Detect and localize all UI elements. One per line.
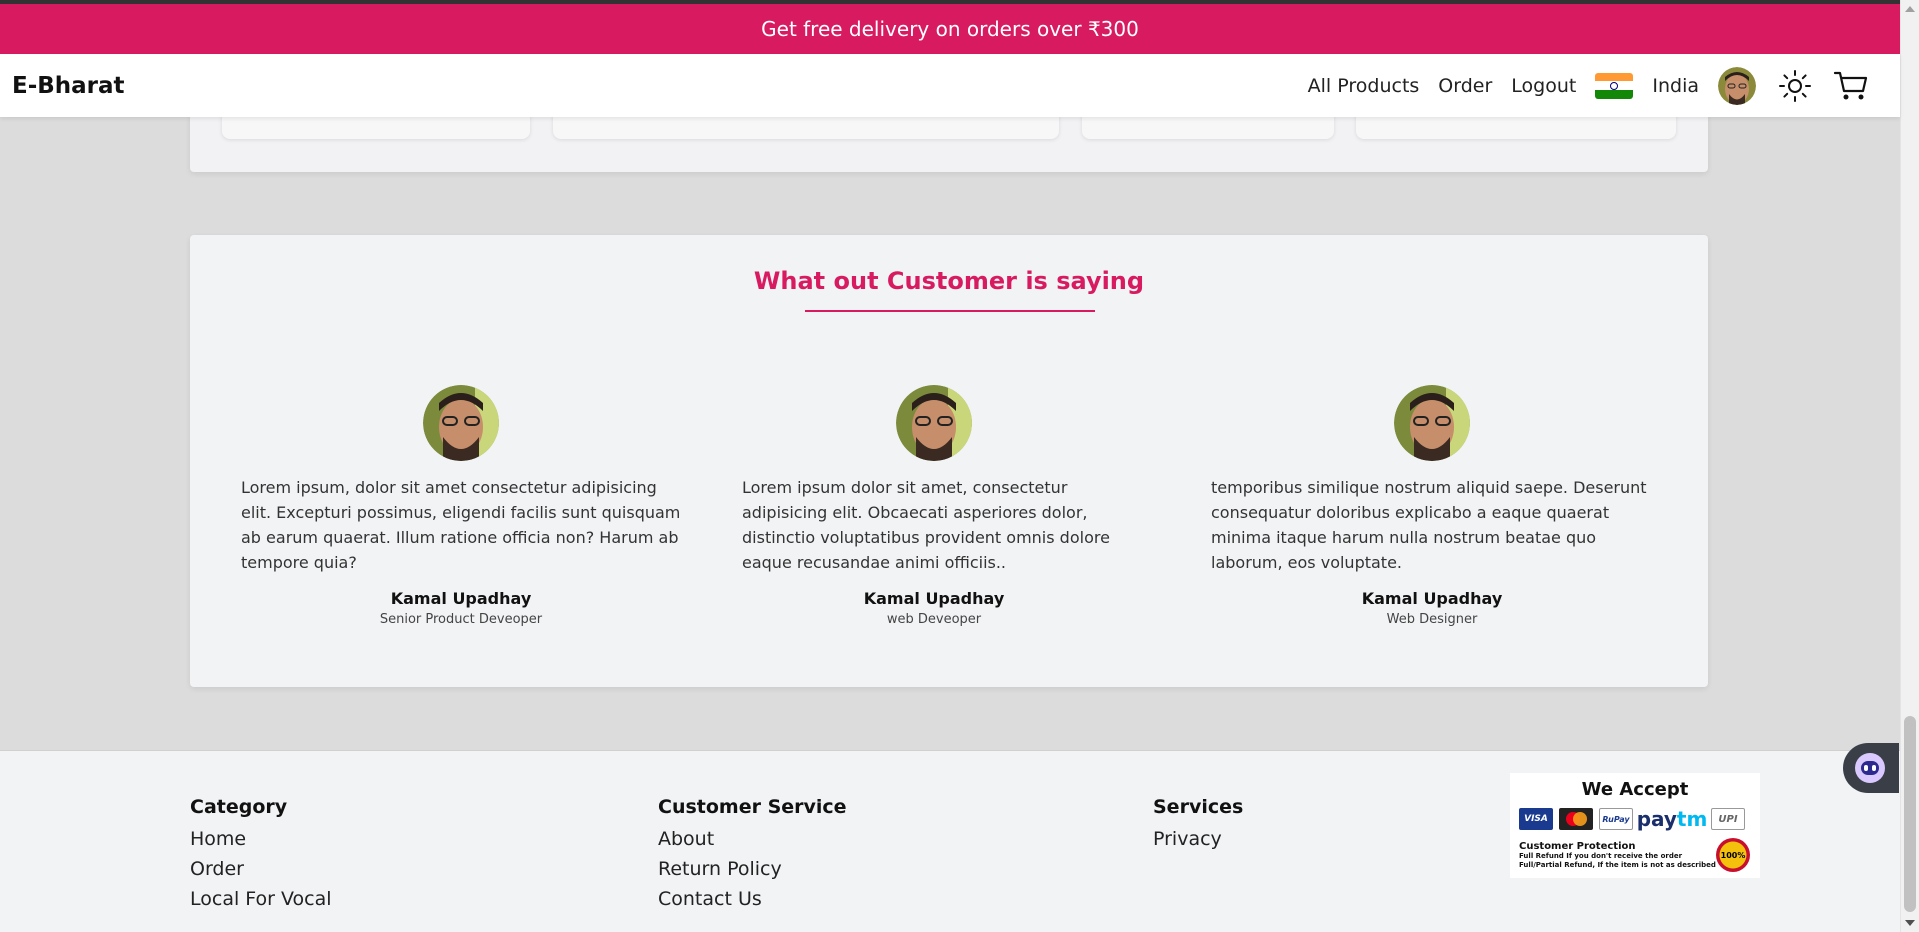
we-accept-title: We Accept bbox=[1581, 779, 1689, 800]
navbar: E-Bharat All Products Order Logout India bbox=[0, 54, 1900, 117]
nav-right: All Products Order Logout India bbox=[1308, 66, 1888, 105]
guarantee-badge-icon: 100% bbox=[1716, 838, 1750, 872]
testimonial-role: Web Designer bbox=[1386, 612, 1478, 627]
country-label: India bbox=[1652, 74, 1699, 97]
payment-methods: VISA RuPay pay tm UPI bbox=[1519, 807, 1760, 831]
user-avatar[interactable] bbox=[1718, 66, 1756, 105]
testimonial-role: web Deveoper bbox=[886, 612, 982, 627]
upi-icon: UPI bbox=[1711, 808, 1745, 830]
nav-link-order[interactable]: Order bbox=[1438, 75, 1492, 97]
testimonial-text: Lorem ipsum, dolor sit amet consectetur … bbox=[241, 478, 681, 572]
cart-icon[interactable] bbox=[1832, 67, 1870, 105]
testimonials-section: What out Customer is saying Lorem ipsum,… bbox=[190, 235, 1708, 687]
customer-protection: Customer Protection Full Refund If you d… bbox=[1519, 841, 1716, 870]
protection-title: Customer Protection bbox=[1519, 841, 1636, 852]
footer-link-about[interactable]: About bbox=[658, 824, 847, 854]
footer-column-category: Category Home Order Local For Vocal bbox=[190, 796, 332, 914]
brand-logo[interactable]: E-Bharat bbox=[12, 73, 125, 99]
testimonial-avatar bbox=[423, 385, 499, 461]
mastercard-icon bbox=[1559, 808, 1593, 830]
testimonial-avatar bbox=[896, 385, 972, 461]
footer-link-order[interactable]: Order bbox=[190, 854, 332, 884]
we-accept-panel: We Accept VISA RuPay pay tm UPI Customer … bbox=[1510, 773, 1760, 878]
scroll-down-arrow-icon[interactable] bbox=[1905, 920, 1915, 926]
footer-column-services: Services Privacy bbox=[1153, 796, 1243, 854]
page-scrollbar[interactable] bbox=[1900, 0, 1919, 932]
chat-widget-button[interactable] bbox=[1843, 743, 1899, 793]
testimonial-text: Lorem ipsum dolor sit amet, consectetur … bbox=[742, 478, 1110, 572]
promo-banner: Get free delivery on orders over ₹300 bbox=[0, 4, 1900, 54]
visa-icon: VISA bbox=[1519, 808, 1553, 830]
protection-line: Full Refund If you don't receive the ord… bbox=[1519, 852, 1683, 860]
testimonial-name: Kamal Upadhay bbox=[1361, 589, 1503, 608]
footer-link-contact-us[interactable]: Contact Us bbox=[658, 884, 847, 914]
footer-column-customer-service: Customer Service About Return Policy Con… bbox=[658, 796, 847, 914]
testimonial-card: Lorem ipsum, dolor sit amet consectetur … bbox=[241, 385, 681, 627]
paytm-icon: pay tm bbox=[1636, 807, 1708, 831]
scroll-up-arrow-icon[interactable] bbox=[1905, 6, 1915, 12]
testimonial-role: Senior Product Deveoper bbox=[379, 612, 543, 627]
testimonial-name: Kamal Upadhay bbox=[863, 589, 1005, 608]
badge-text: 100% bbox=[1720, 850, 1746, 860]
rupay-icon: RuPay bbox=[1599, 808, 1633, 830]
heading-underline bbox=[805, 310, 1095, 312]
testimonials-heading: What out Customer is saying bbox=[753, 267, 1145, 295]
india-flag-icon bbox=[1595, 72, 1634, 99]
chatbot-icon bbox=[1855, 753, 1885, 783]
testimonial-text: temporibus similique nostrum aliquid sae… bbox=[1211, 478, 1647, 572]
scrollbar-thumb[interactable] bbox=[1904, 716, 1916, 912]
footer-heading: Customer Service bbox=[658, 796, 847, 818]
testimonial-card: Lorem ipsum dolor sit amet, consectetur … bbox=[742, 385, 1126, 627]
footer-link-local-for-vocal[interactable]: Local For Vocal bbox=[190, 884, 332, 914]
footer: Category Home Order Local For Vocal Cust… bbox=[0, 750, 1900, 932]
footer-heading: Services bbox=[1153, 796, 1244, 818]
nav-link-all-products[interactable]: All Products bbox=[1308, 75, 1420, 97]
testimonial-name: Kamal Upadhay bbox=[390, 589, 532, 608]
footer-heading: Category bbox=[190, 796, 288, 818]
promo-text: Get free delivery on orders over ₹300 bbox=[761, 17, 1139, 41]
footer-link-home[interactable]: Home bbox=[190, 824, 332, 854]
testimonial-avatar bbox=[1394, 385, 1470, 461]
nav-link-logout[interactable]: Logout bbox=[1511, 75, 1576, 97]
protection-line: Full/Partial Refund, If the item is not … bbox=[1519, 861, 1716, 869]
testimonial-card: temporibus similique nostrum aliquid sae… bbox=[1211, 385, 1653, 627]
footer-link-return-policy[interactable]: Return Policy bbox=[658, 854, 847, 884]
sun-icon[interactable] bbox=[1776, 67, 1814, 105]
footer-link-privacy[interactable]: Privacy bbox=[1153, 824, 1243, 854]
